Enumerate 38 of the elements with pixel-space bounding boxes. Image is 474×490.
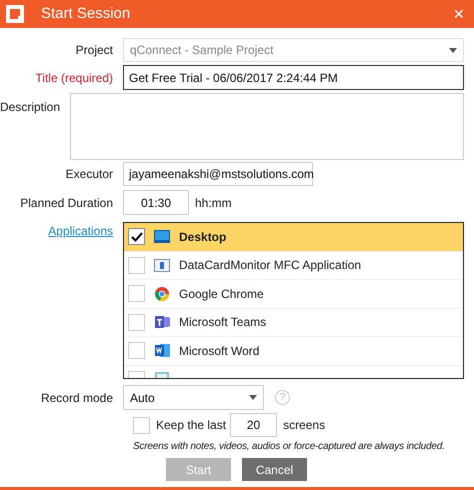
unit-label: hh:mm: [195, 194, 232, 212]
checkbox[interactable]: [128, 228, 145, 246]
checkbox[interactable]: [128, 256, 145, 274]
checkbox[interactable]: [128, 314, 145, 331]
checkbox[interactable]: [128, 285, 145, 302]
field-label: Record mode: [40, 390, 114, 406]
chrome-icon: [155, 286, 169, 301]
field-label: Planned Duration: [19, 194, 114, 212]
checkbox[interactable]: [128, 342, 145, 360]
check-icon: [130, 232, 142, 242]
caret-icon: [449, 48, 457, 52]
applications-link[interactable]: Applications: [0, 222, 123, 240]
screens-label: screens: [283, 417, 326, 434]
caret-icon: [249, 395, 257, 400]
record-mode-dropdown[interactable]: Auto: [123, 385, 264, 410]
application-item[interactable]: Desktop: [124, 223, 463, 252]
monitor-icon: [154, 230, 170, 244]
project-dropdown[interactable]: qConnect - Sample Project: [123, 38, 464, 62]
application-item[interactable]: Microsoft Teams: [124, 308, 463, 337]
duration-field[interactable]: 01:30: [123, 190, 189, 215]
app-logo-icon: [5, 4, 25, 24]
executor-field[interactable]: jayameenakshi@mstsolutions.com: [123, 162, 313, 186]
screens-count-field[interactable]: 20: [230, 413, 278, 437]
title-field[interactable]: Get Free Trial - 06/06/2017 2:24:44 PM: [123, 65, 464, 90]
description-field[interactable]: [70, 93, 464, 160]
window-title: Start Session: [41, 4, 130, 24]
keep-label: Keep the last: [156, 417, 226, 434]
application-item[interactable]: DataCardMonitor MFC Application: [124, 252, 463, 280]
field-label: Title (required): [34, 70, 114, 86]
field-label: Description: [0, 100, 62, 114]
word-icon: [154, 343, 170, 358]
checkbox[interactable]: [133, 416, 150, 434]
cancel-button[interactable]: Cancel: [242, 458, 307, 481]
teams-icon: [154, 315, 170, 330]
field-label: Executor: [64, 166, 114, 183]
window-icon: [154, 258, 170, 272]
field-label: Project: [74, 42, 114, 59]
note-text: Screens with notes, videos, audios or force-captured are always included.: [132, 440, 446, 454]
